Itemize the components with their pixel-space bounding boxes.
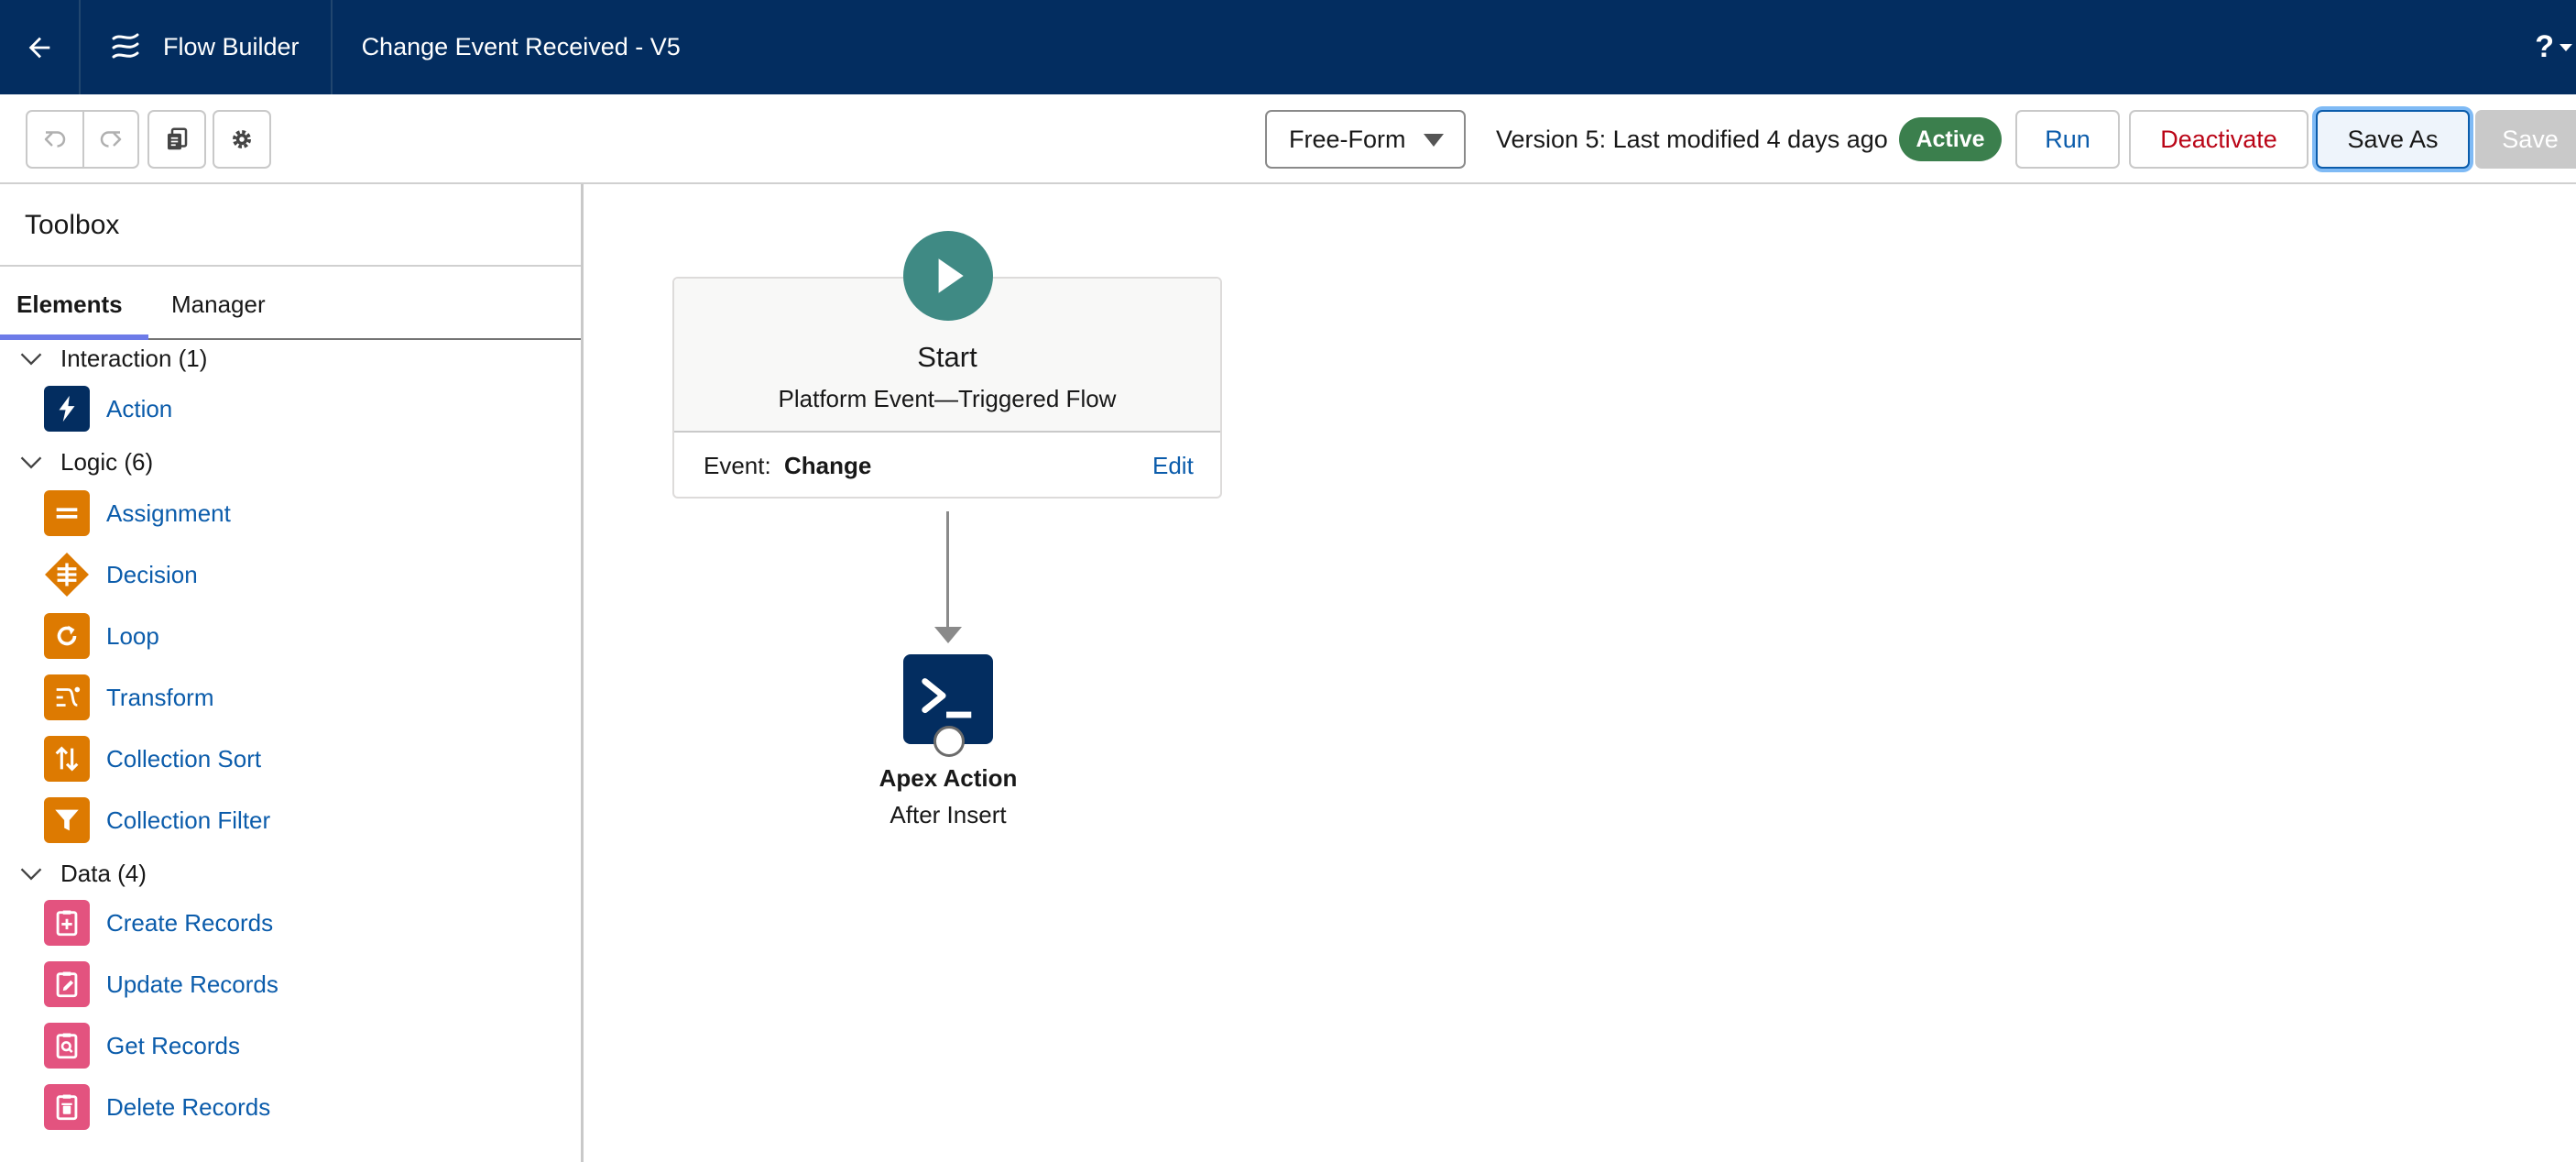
help-icon: ? [2535, 29, 2554, 64]
connector-arrow-icon [934, 627, 962, 643]
item-label: Transform [106, 683, 214, 711]
toolbox-item-transform[interactable]: Transform [44, 674, 214, 720]
canvas-mode-dropdown[interactable]: Free-Form [1265, 110, 1466, 169]
chevron-down-icon [20, 353, 42, 366]
sort-arrows-icon [44, 736, 90, 782]
item-label: Update Records [106, 970, 278, 998]
toolbox-item-collection-filter[interactable]: Collection Filter [44, 797, 270, 843]
start-node-label: Start [917, 341, 977, 373]
back-button[interactable] [0, 0, 81, 94]
toolbox-item-get-records[interactable]: Get Records [44, 1023, 240, 1069]
dropdown-caret-icon [1424, 134, 1444, 147]
undo-button[interactable] [27, 112, 82, 167]
event-label: Event: [704, 452, 771, 479]
toolbox-item-decision[interactable]: Decision [44, 552, 198, 597]
toolbox-item-assignment[interactable]: Assignment [44, 490, 231, 536]
app-name-label: Flow Builder [163, 33, 300, 60]
redo-icon [100, 131, 122, 148]
copy-icon [168, 127, 188, 150]
undo-icon [44, 131, 66, 148]
tab-elements[interactable]: Elements [16, 290, 123, 319]
play-icon [938, 258, 964, 293]
terminal-prompt-icon [922, 678, 972, 718]
item-label: Loop [106, 621, 159, 650]
clipboard-plus-icon [44, 900, 90, 946]
item-label: Delete Records [106, 1092, 271, 1121]
save-as-button[interactable]: Save As [2316, 110, 2470, 169]
item-label: Action [106, 394, 173, 422]
category-interaction[interactable]: Interaction (1) [0, 340, 581, 377]
category-label: Data (4) [60, 859, 147, 887]
copy-group [147, 110, 206, 169]
toolbox-title: Toolbox [25, 210, 120, 240]
loop-arrow-icon [44, 613, 90, 659]
save-button[interactable]: Save [2475, 110, 2576, 169]
settings-button[interactable] [214, 112, 269, 167]
start-node-subtitle: Platform Event—Triggered Flow [778, 385, 1117, 412]
apex-action-subtitle: After Insert [890, 801, 1007, 828]
redo-button[interactable] [82, 112, 137, 167]
status-badge: Active [1899, 117, 2002, 161]
help-menu[interactable]: ? [2535, 0, 2576, 94]
settings-group [213, 110, 271, 169]
app-name: Flow Builder [81, 0, 333, 94]
divider [0, 265, 581, 267]
toolbox-item-action[interactable]: Action [44, 386, 172, 432]
clipboard-trash-icon [44, 1084, 90, 1130]
flow-logo-icon [112, 33, 139, 58]
app-header: Flow Builder Change Event Received - V5 … [0, 0, 2576, 94]
toolbox-item-collection-sort[interactable]: Collection Sort [44, 736, 261, 782]
toolbox-item-create-records[interactable]: Create Records [44, 900, 273, 946]
item-label: Create Records [106, 908, 274, 937]
clipboard-edit-icon [44, 961, 90, 1007]
category-logic[interactable]: Logic (6) [0, 444, 581, 480]
flow-connector[interactable] [946, 511, 949, 630]
category-data[interactable]: Data (4) [0, 855, 581, 892]
category-label: Interaction (1) [60, 344, 208, 372]
chevron-down-icon [20, 456, 42, 469]
undo-redo-group [26, 110, 139, 169]
deactivate-button[interactable]: Deactivate [2129, 110, 2309, 169]
clipboard-search-icon [44, 1023, 90, 1069]
item-label: Decision [106, 560, 198, 588]
tab-manager[interactable]: Manager [171, 290, 266, 319]
equals-icon [44, 490, 90, 536]
canvas-mode-value: Free-Form [1289, 125, 1406, 153]
transform-icon [44, 674, 90, 720]
toolbox-tabs: Elements Manager [0, 287, 581, 340]
start-node-icon[interactable] [903, 231, 993, 321]
funnel-icon [44, 797, 90, 843]
toolbox-panel: Toolbox Elements Manager Interaction (1)… [0, 184, 584, 1162]
toolbar: Free-Form Version 5: Last modified 4 day… [0, 94, 2576, 184]
copy-button[interactable] [149, 112, 204, 167]
item-label: Collection Filter [106, 806, 271, 834]
gear-icon [233, 130, 251, 148]
run-button[interactable]: Run [2015, 110, 2120, 169]
edit-event-link[interactable]: Edit [1152, 452, 1194, 480]
toolbox-item-update-records[interactable]: Update Records [44, 961, 278, 1007]
chevron-down-icon [2560, 43, 2572, 51]
decision-diamond-icon [44, 552, 90, 597]
item-label: Collection Sort [106, 744, 262, 773]
chevron-down-icon [20, 868, 42, 881]
event-value: Change [784, 452, 872, 479]
toolbox-item-loop[interactable]: Loop [44, 613, 159, 659]
toolbox-item-delete-records[interactable]: Delete Records [44, 1084, 270, 1130]
item-label: Get Records [106, 1031, 240, 1059]
node-connector-handle[interactable] [933, 726, 965, 757]
flow-title: Change Event Received - V5 [361, 33, 681, 60]
category-label: Logic (6) [60, 447, 154, 476]
item-label: Assignment [106, 499, 231, 527]
arrow-left-icon [28, 37, 50, 58]
lightning-bolt-icon [44, 386, 90, 432]
apex-action-label: Apex Action [879, 764, 1018, 792]
version-info: Version 5: Last modified 4 days ago [1496, 125, 1888, 153]
